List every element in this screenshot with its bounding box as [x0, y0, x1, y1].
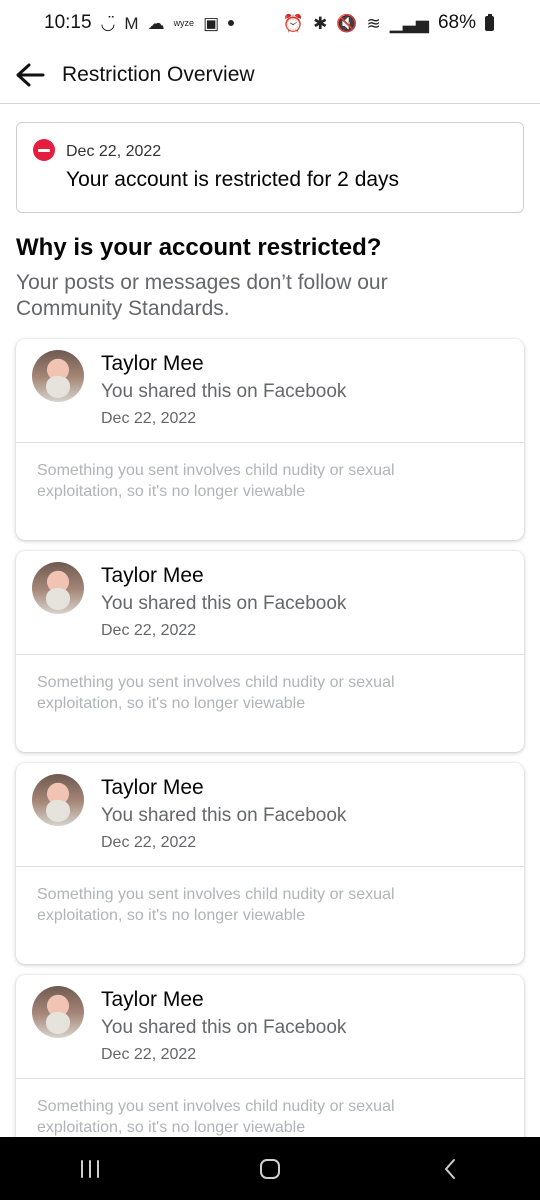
status-time: 10:15	[44, 12, 92, 33]
banner-message: Your account is restricted for 2 days	[66, 168, 400, 191]
poster-name: Taylor Mee	[101, 776, 204, 799]
page-title: Restriction Overview	[62, 62, 255, 86]
post-date: Dec 22, 2022	[101, 410, 197, 427]
violation-notice: Something you sent involves child nudity…	[37, 462, 395, 500]
mute-icon: 🔇	[336, 13, 358, 33]
divider	[16, 442, 524, 443]
cloud-icon: ☁	[147, 13, 165, 33]
banner-date: Dec 22, 2022	[66, 143, 162, 160]
home-button[interactable]	[230, 1137, 310, 1200]
battery-percent: 68%	[437, 12, 476, 33]
post-subtitle: You shared this on Facebook	[101, 1017, 347, 1038]
signal-icon: ▁▃▅	[389, 13, 429, 33]
post-subtitle: You shared this on Facebook	[101, 593, 347, 614]
section-heading: Why is your account restricted?	[16, 234, 382, 261]
back-button[interactable]	[0, 46, 62, 104]
gallery-icon: ▣	[203, 13, 220, 33]
face-icon: ◡̈	[100, 13, 116, 33]
avatar	[32, 774, 84, 826]
section-description: Your posts or messages don’t follow our …	[16, 271, 388, 320]
back-nav-button[interactable]	[410, 1137, 490, 1200]
home-icon	[260, 1158, 280, 1179]
status-left: 10:15 ◡̈ M ☁ wyze ▣	[44, 12, 235, 34]
avatar	[32, 562, 84, 614]
restriction-icon	[33, 139, 55, 161]
post-card[interactable]: Taylor Mee You shared this on Facebook D…	[16, 551, 524, 752]
restriction-banner: Dec 22, 2022 Your account is restricted …	[16, 122, 524, 213]
post-subtitle: You shared this on Facebook	[101, 805, 347, 826]
system-nav-bar	[0, 1137, 540, 1200]
post-date: Dec 22, 2022	[101, 622, 197, 639]
dot-icon	[228, 20, 235, 26]
poster-name: Taylor Mee	[101, 988, 204, 1011]
status-right: ⏰ ✱ 🔇 ≋ ▁▃▅ 68%	[283, 12, 494, 34]
avatar	[32, 350, 84, 402]
divider	[16, 654, 524, 655]
bluetooth-icon: ✱	[313, 13, 328, 33]
violation-notice: Something you sent involves child nudity…	[37, 1098, 395, 1136]
post-date: Dec 22, 2022	[101, 1046, 197, 1063]
wyze-icon: wyze	[173, 17, 195, 28]
violation-notice: Something you sent involves child nudity…	[37, 674, 395, 712]
violation-notice: Something you sent involves child nudity…	[37, 886, 395, 924]
divider	[16, 866, 524, 867]
back-icon	[445, 1158, 455, 1179]
avatar	[32, 986, 84, 1038]
recent-apps-icon	[81, 1159, 99, 1178]
post-subtitle: You shared this on Facebook	[101, 381, 347, 402]
arrow-left-icon	[16, 63, 45, 86]
app-bar: Restriction Overview	[0, 46, 540, 104]
gmail-icon: M	[124, 13, 139, 33]
post-card[interactable]: Taylor Mee You shared this on Facebook D…	[16, 339, 524, 540]
divider	[16, 1078, 524, 1079]
battery-icon	[485, 13, 494, 31]
poster-name: Taylor Mee	[101, 352, 204, 375]
alarm-icon: ⏰	[282, 13, 305, 33]
wifi-icon: ≋	[366, 13, 381, 33]
status-bar: 10:15 ◡̈ M ☁ wyze ▣ ⏰ ✱ 🔇 ≋ ▁▃▅ 68%	[0, 0, 540, 46]
poster-name: Taylor Mee	[101, 564, 204, 587]
post-date: Dec 22, 2022	[101, 834, 197, 851]
post-card[interactable]: Taylor Mee You shared this on Facebook D…	[16, 763, 524, 964]
recent-apps-button[interactable]	[50, 1137, 130, 1200]
